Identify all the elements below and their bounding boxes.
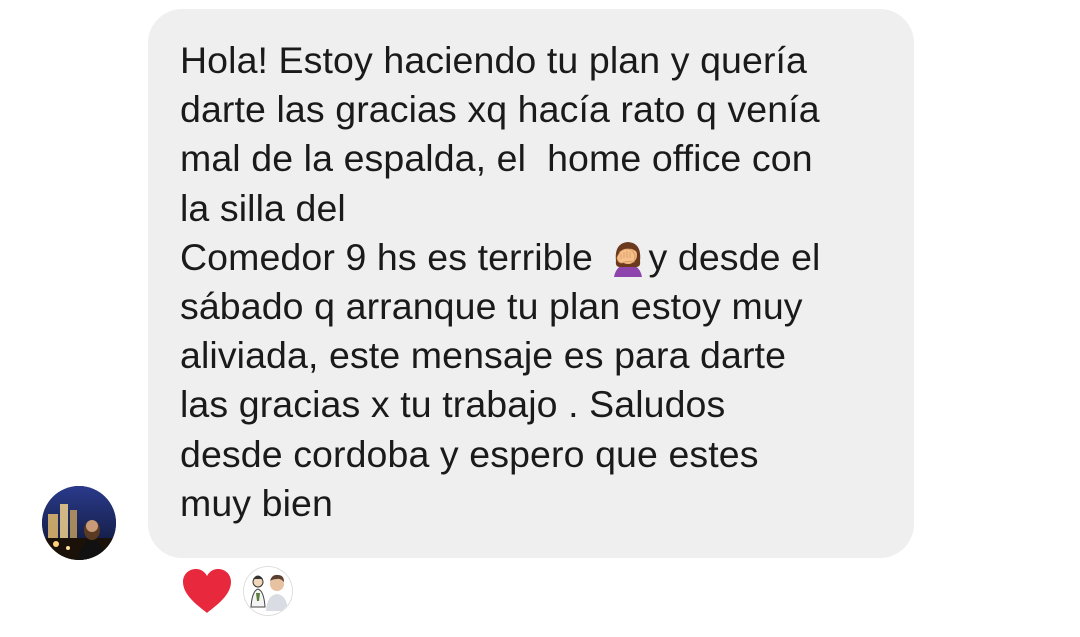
woman-facepalming-icon xyxy=(613,241,642,277)
message-line: mal de la espalda, el home office con xyxy=(180,137,813,180)
sender-avatar[interactable] xyxy=(42,486,116,560)
message-line-part: Comedor 9 hs es terrible xyxy=(180,235,604,278)
message-line: Hola! Estoy haciendo tu plan y quería xyxy=(180,39,808,81)
message-line: sábado q arranque tu plan estoy muy xyxy=(180,285,803,328)
message-line: desde cordoba y espero que estes xyxy=(180,432,759,475)
reactions-bar[interactable] xyxy=(180,566,292,616)
message-bubble[interactable]: Hola! Estoy haciendo tu plan y quería da… xyxy=(148,9,914,558)
message-line: Comedor 9 hs es terrible y desde el xyxy=(180,233,894,282)
message-line-part: y desde el xyxy=(648,235,821,278)
reactor-avatar[interactable] xyxy=(244,567,292,615)
message-line: aliviada, este mensaje es para darte xyxy=(180,334,787,377)
avatar-photo xyxy=(42,486,116,560)
message-text: Hola! Estoy haciendo tu plan y quería da… xyxy=(180,36,894,528)
message-line: la silla del xyxy=(180,186,346,229)
message-line: las gracias x tu trabajo . Saludos xyxy=(180,383,726,426)
message-line: muy bien xyxy=(180,481,333,524)
message-row: Hola! Estoy haciendo tu plan y quería da… xyxy=(0,0,1080,637)
message-line: darte las gracias xq hacía rato q venía xyxy=(180,88,820,131)
reactor-avatar-photo xyxy=(244,567,292,615)
heart-icon[interactable] xyxy=(180,566,234,616)
